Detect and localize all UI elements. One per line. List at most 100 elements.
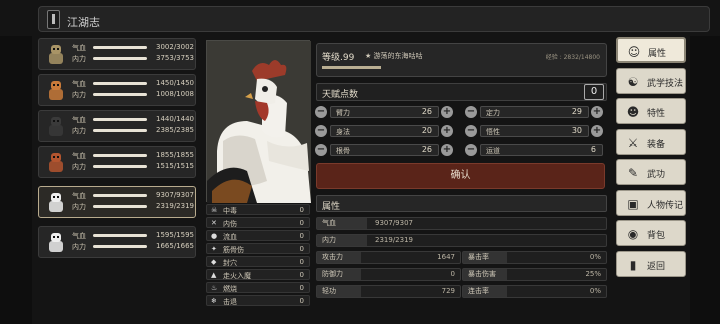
level-box: 等级.99 ★ 游荡的东海咕咕 经验 : 2832/14800 — [316, 43, 607, 77]
character-mp-label: 内力 — [72, 203, 86, 211]
status-value: 0 — [299, 232, 304, 240]
menu-martial-arts-button[interactable]: ☯ 武学技法 — [616, 67, 686, 94]
menu-return-button[interactable]: ▮ 返回 — [616, 250, 686, 277]
scroll-icon: ✎ — [627, 166, 639, 180]
character-card[interactable]: 气血 3002/3002 内力 3753/3753 — [38, 38, 196, 70]
character-card[interactable]: 气血 9307/9307 内力 2319/2319 — [38, 186, 196, 218]
minus-button[interactable]: − — [315, 125, 327, 137]
character-mp-value: 1515/1515 — [156, 162, 194, 170]
character-mp-row: 内力 2385/2385 — [72, 126, 194, 135]
character-mp-label: 内力 — [72, 91, 86, 99]
character-mp-bar — [93, 165, 147, 168]
status-name: 封穴 — [223, 259, 237, 267]
attribute-name: 运道 — [486, 147, 500, 155]
plus-button[interactable]: + — [591, 106, 603, 118]
stat-value: 1647 — [437, 253, 455, 261]
character-hp-label: 气血 — [72, 80, 86, 88]
character-avatar — [43, 41, 69, 67]
character-hp-bar — [93, 154, 147, 157]
attribute-field: 身法 20 — [330, 125, 439, 137]
status-name: 流血 — [223, 233, 237, 241]
attribute-value: 26 — [421, 107, 432, 116]
attribute-field: 臂力 26 — [330, 106, 439, 118]
character-hp-value: 1595/1595 — [156, 231, 194, 239]
stat-label: 攻击力 — [317, 252, 361, 263]
blood-drop-icon: ● — [211, 232, 218, 240]
status-row: ● 流血 0 — [206, 230, 310, 241]
snowflake-icon: ❄ — [211, 297, 217, 305]
menu-scroll-button[interactable]: ✎ 武功 — [616, 159, 686, 185]
status-name: 筋骨伤 — [223, 246, 244, 254]
minus-button[interactable]: − — [315, 106, 327, 118]
menu-label: 背包 — [647, 231, 666, 241]
attribute-name: 定力 — [486, 109, 500, 117]
stat-label: 轻功 — [317, 286, 361, 297]
character-avatar — [43, 229, 69, 255]
status-name: 走火入魔 — [223, 272, 251, 280]
flame-icon: ▲ — [211, 271, 217, 279]
status-value: 0 — [299, 271, 304, 279]
character-card[interactable]: 气血 1450/1450 内力 1008/1008 — [38, 74, 196, 106]
stat-label: 暴击率 — [463, 252, 507, 263]
plus-button[interactable]: + — [441, 144, 453, 156]
character-avatar — [43, 189, 69, 215]
acupoint-icon: ◆ — [211, 258, 217, 266]
character-mp-value: 2319/2319 — [156, 202, 194, 210]
character-hp-bar — [93, 118, 147, 121]
character-mp-label: 内力 — [72, 127, 86, 135]
xp-bar — [322, 66, 381, 69]
attribute-value: 20 — [421, 126, 432, 135]
stat-cell: 连击率 0% — [462, 285, 607, 298]
status-value: 0 — [299, 245, 304, 253]
martial-arts-icon: ☯ — [627, 74, 639, 89]
character-card[interactable]: 气血 1440/1440 内力 2385/2385 — [38, 110, 196, 142]
status-row: ▲ 走火入魔 0 — [206, 269, 310, 280]
stat-value: 0% — [589, 253, 601, 261]
status-value: 0 — [299, 258, 304, 266]
character-hp-value: 1440/1440 — [156, 115, 194, 123]
character-mp-value: 1665/1665 — [156, 242, 194, 250]
minus-button[interactable]: − — [315, 144, 327, 156]
character-card[interactable]: 气血 1855/1855 内力 1515/1515 — [38, 146, 196, 178]
character-hp-row: 气血 1440/1440 — [72, 115, 194, 124]
minus-button[interactable]: − — [465, 106, 477, 118]
plus-button[interactable]: + — [441, 106, 453, 118]
character-mp-row: 内力 1665/1665 — [72, 242, 194, 251]
minus-button[interactable]: − — [465, 125, 477, 137]
hp-line: 气血 9307/9307 — [316, 217, 607, 230]
menu-label: 人物传记 — [647, 200, 684, 211]
menu-label: 特性 — [647, 109, 666, 119]
plus-button[interactable]: + — [591, 125, 603, 137]
minus-button[interactable]: − — [465, 144, 477, 156]
attribute-value: 30 — [571, 126, 582, 135]
stat-label: 暴击伤害 — [463, 269, 507, 280]
menu-label: 装备 — [647, 139, 666, 150]
plus-button[interactable]: + — [441, 125, 453, 137]
book-icon: ▣ — [627, 196, 639, 211]
menu-trait-button[interactable]: ☻ 特性 — [616, 98, 686, 124]
character-card[interactable]: 气血 1595/1595 内力 1665/1665 — [38, 226, 196, 258]
status-row: ✕ 内伤 0 — [206, 217, 310, 228]
character-hp-value: 9307/9307 — [156, 191, 194, 199]
broken-heart-icon: ✕ — [211, 219, 217, 227]
menu-bag-button[interactable]: ◉ 背包 — [616, 220, 686, 246]
character-mp-row: 内力 3753/3753 — [72, 54, 194, 63]
stat-value: 729 — [441, 287, 455, 295]
character-hp-row: 气血 1595/1595 — [72, 231, 194, 240]
menu-label: 属性 — [648, 49, 667, 59]
menu-sword-button[interactable]: ⚔ 装备 — [616, 128, 686, 155]
sword-icon: ⚔ — [627, 135, 639, 150]
stat-value: 25% — [585, 270, 601, 278]
bone-icon: ✦ — [211, 245, 217, 253]
poison-icon: ☠ — [211, 206, 218, 214]
character-mp-bar — [93, 129, 147, 132]
stat-cell: 暴击率 0% — [462, 251, 607, 264]
menu-book-button[interactable]: ▣ 人物传记 — [616, 189, 686, 216]
attribute-field: 根骨 26 — [330, 144, 439, 156]
hp-value: 9307/9307 — [375, 219, 413, 227]
character-mp-label: 内力 — [72, 243, 86, 251]
journal-icon[interactable] — [47, 10, 60, 29]
trait-icon: ☻ — [626, 105, 640, 119]
menu-person-button[interactable]: ☺ 属性 — [616, 37, 686, 63]
confirm-button[interactable]: 确认 — [316, 163, 605, 189]
